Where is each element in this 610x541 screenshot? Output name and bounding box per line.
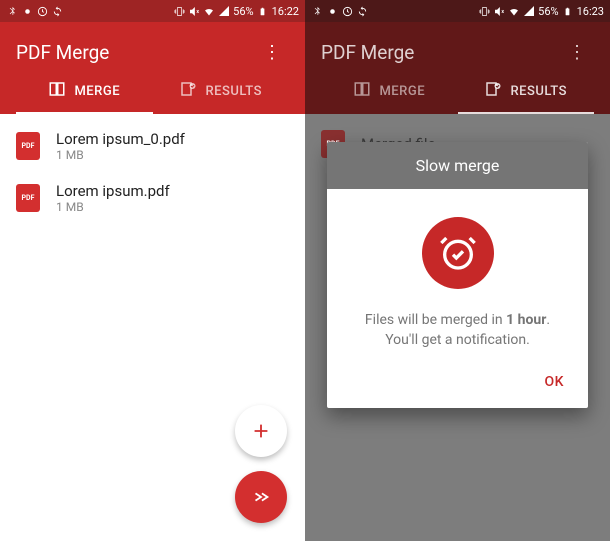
add-button[interactable]: [235, 405, 287, 457]
battery-text: 56%: [233, 5, 253, 18]
pdf-icon: PDF: [16, 184, 40, 212]
tab-merge-label: MERGE: [74, 84, 120, 99]
status-right-icons: 56% 16:22: [173, 5, 299, 18]
battery-icon: [257, 5, 269, 17]
sync-icon: [51, 5, 63, 17]
tabs: MERGE RESULTS: [16, 70, 289, 114]
pdf-icon: PDF: [16, 132, 40, 160]
dialog-title: Slow merge: [327, 142, 588, 189]
app-bar: PDF Merge ⋮ MERGE RESULTS: [0, 22, 305, 114]
bluetooth-icon: [6, 5, 18, 17]
file-name: Lorem ipsum_0.pdf: [56, 130, 185, 148]
fab-container: [235, 405, 287, 523]
list-item[interactable]: PDF Lorem ipsum.pdf 1 MB: [0, 172, 305, 224]
file-name: Lorem ipsum.pdf: [56, 182, 170, 200]
screen-left: 56% 16:22 PDF Merge ⋮ MERGE RESULTS: [0, 0, 305, 541]
wifi-small-icon: [21, 5, 33, 17]
status-bar: 56% 16:22: [0, 0, 305, 22]
merge-go-button[interactable]: [235, 471, 287, 523]
file-size: 1 MB: [56, 148, 185, 162]
screen-right: 56% 16:23 PDF Merge ⋮ MERGE RESULTS: [305, 0, 610, 541]
tab-results[interactable]: RESULTS: [153, 70, 290, 114]
merge-icon: [48, 80, 66, 102]
overflow-menu-icon[interactable]: ⋮: [255, 38, 289, 67]
signal-icon: [218, 5, 230, 17]
tab-results-label: RESULTS: [205, 84, 262, 99]
vibrate-icon: [173, 5, 185, 17]
app-title: PDF Merge: [16, 41, 109, 64]
alarm-check-icon: [422, 217, 494, 289]
clock-icon: [36, 5, 48, 17]
file-size: 1 MB: [56, 200, 170, 214]
results-icon: [179, 80, 197, 102]
list-item[interactable]: PDF Lorem ipsum_0.pdf 1 MB: [0, 120, 305, 172]
dialog-slow-merge: Slow merge Files will be merged in 1 hou…: [327, 142, 588, 408]
dialog-text: Files will be merged in 1 hour. You'll g…: [347, 311, 568, 350]
clock-text: 16:22: [272, 5, 299, 18]
status-left-icons: [6, 5, 63, 17]
ok-button[interactable]: OK: [535, 366, 575, 398]
wifi-icon: [203, 5, 215, 17]
tab-merge[interactable]: MERGE: [16, 70, 153, 114]
mute-icon: [188, 5, 200, 17]
